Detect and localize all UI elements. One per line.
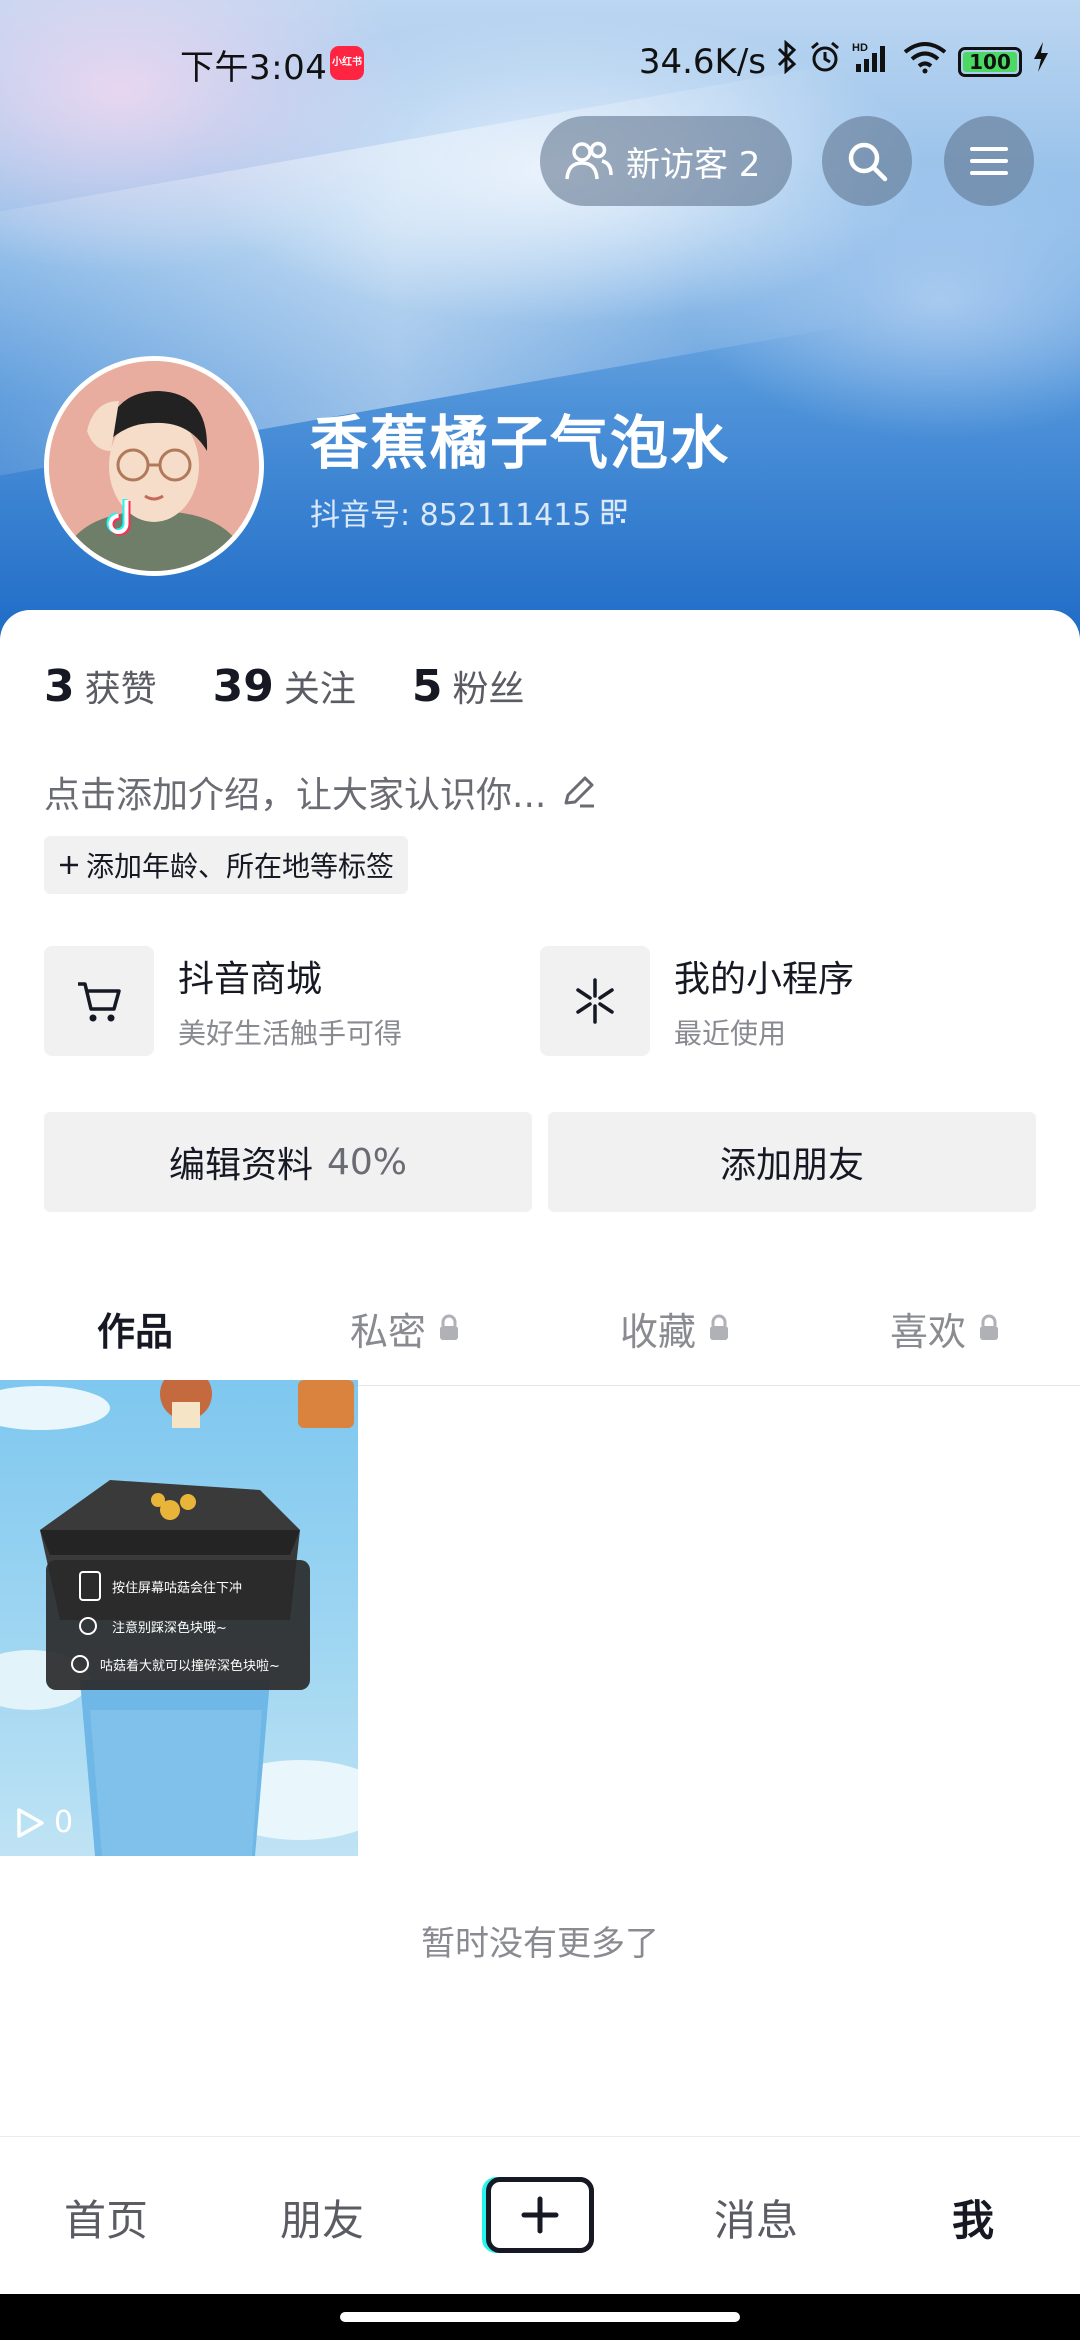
signal-icon: HD [852, 40, 892, 83]
home-indicator[interactable] [340, 2312, 740, 2322]
nav-me[interactable]: 我 [952, 2187, 994, 2248]
tab-likes-label: 喜欢 [889, 1309, 966, 1354]
battery-level: 100 [969, 49, 1011, 74]
douyin-id: 抖音号: 852111415 [310, 498, 592, 533]
bottom-navigation: 首页 朋友 消息 我 [0, 2136, 1080, 2294]
bluetooth-icon [776, 39, 798, 83]
video-overlay-line-1: 按住屏幕咕菇会往下冲 [112, 1580, 242, 1596]
douyin-mall-subtitle: 美好生活触手可得 [178, 1017, 403, 1050]
tab-private-label: 私密 [349, 1309, 426, 1354]
nav-friends[interactable]: 朋友 [280, 2187, 364, 2248]
douyin-mall-title: 抖音商城 [178, 959, 323, 1000]
tab-works-label: 作品 [96, 1309, 173, 1354]
video-thumbnail[interactable]: 按住屏幕咕菇会往下冲 注意别踩深色块哦~ 咕菇着大就可以撞碎深色块啦~ 0 [0, 1380, 358, 1856]
stat-following-value: 39 [212, 661, 274, 712]
create-post-button[interactable] [482, 2177, 594, 2253]
status-indicators: 34.6K/s HD 100 [638, 39, 1050, 83]
search-icon [848, 142, 888, 182]
people-icon [565, 141, 613, 180]
stat-followers-label: 粉丝 [452, 669, 525, 710]
add-tags-button[interactable]: 添加年龄、所在地等标签 [44, 836, 409, 894]
douyin-mall-entry[interactable]: 抖音商城 美好生活触手可得 [44, 946, 402, 1056]
stat-following-label: 关注 [283, 669, 356, 710]
stat-following[interactable]: 39 关注 [213, 660, 356, 712]
stat-followers[interactable]: 5 粉丝 [412, 660, 525, 712]
avatar-illustration [49, 361, 259, 571]
lock-icon [980, 1314, 998, 1340]
profile-name: 香蕉橘子气泡水 [310, 409, 731, 477]
tab-favorites[interactable]: 收藏 [540, 1270, 810, 1386]
wifi-icon [902, 40, 948, 83]
profile-stats: 3 获赞 39 关注 5 粉丝 [44, 660, 525, 712]
add-friends-button[interactable]: 添加朋友 [548, 1112, 1036, 1212]
avatar[interactable] [44, 356, 264, 576]
tab-private[interactable]: 私密 [270, 1270, 540, 1386]
plus-icon [521, 2196, 559, 2234]
tab-works[interactable]: 作品 [0, 1270, 270, 1387]
plus-icon [60, 856, 78, 874]
hamburger-menu-icon [970, 147, 1008, 175]
edit-profile-button[interactable]: 编辑资料 40% [44, 1112, 532, 1212]
qr-code-icon[interactable] [601, 499, 627, 525]
battery-icon: 100 [958, 46, 1022, 77]
new-visitors-button[interactable]: 新访客 2 [540, 116, 792, 206]
mini-program-icon [576, 978, 614, 1024]
svg-text:HD: HD [852, 42, 868, 54]
mini-programs-entry[interactable]: 我的小程序 最近使用 [540, 946, 854, 1056]
profile-completion: 40% [327, 1141, 408, 1183]
video-play-count: 0 [14, 1805, 73, 1840]
video-overlay-line-3: 咕菇着大就可以撞碎深色块啦~ [100, 1658, 280, 1674]
stat-likes[interactable]: 3 获赞 [44, 660, 157, 712]
status-time: 下午3:04 [180, 48, 328, 88]
douyin-id-row[interactable]: 抖音号: 852111415 [310, 490, 627, 534]
new-visitors-label: 新访客 2 [626, 144, 761, 185]
edit-profile-label: 编辑资料 [168, 1145, 313, 1186]
status-bar: 下午3:04 小红书 34.6K/s HD 100 [0, 30, 1080, 94]
bio-text: 点击添加介绍，让大家认识你... [44, 775, 547, 816]
bio-placeholder[interactable]: 点击添加介绍，让大家认识你... [44, 766, 598, 818]
add-friends-label: 添加朋友 [719, 1145, 864, 1186]
alarm-icon [808, 40, 842, 83]
nav-messages[interactable]: 消息 [714, 2187, 798, 2248]
nav-home[interactable]: 首页 [64, 2187, 148, 2248]
stat-likes-value: 3 [44, 661, 75, 712]
charging-icon [1032, 40, 1050, 83]
menu-button[interactable] [944, 116, 1034, 206]
profile-tabs: 作品 私密 收藏 喜欢 [0, 1270, 1080, 1387]
tab-favorites-label: 收藏 [619, 1309, 696, 1354]
lock-icon [710, 1314, 728, 1340]
lock-icon [440, 1314, 458, 1340]
search-button[interactable] [822, 116, 912, 206]
xiaohongshu-app-icon: 小红书 [330, 46, 364, 80]
list-end-text: 暂时没有更多了 [421, 1924, 659, 1964]
cart-icon [78, 982, 121, 1022]
play-count-value: 0 [54, 1805, 74, 1840]
video-cover-image: 按住屏幕咕菇会往下冲 注意别踩深色块哦~ 咕菇着大就可以撞碎深色块啦~ [0, 1380, 358, 1856]
profile-content: 3 获赞 39 关注 5 粉丝 点击添加介绍，让大家认识你... 添加年龄、所在… [0, 610, 1080, 2144]
video-overlay-line-2: 注意别踩深色块哦~ [112, 1620, 227, 1636]
stat-followers-value: 5 [411, 661, 443, 712]
play-icon [17, 1807, 44, 1838]
edit-pencil-icon [564, 776, 595, 808]
mini-programs-subtitle: 最近使用 [674, 1017, 787, 1050]
add-tags-label: 添加年龄、所在地等标签 [86, 850, 395, 883]
tab-likes[interactable]: 喜欢 [810, 1270, 1080, 1386]
network-speed: 34.6K/s [638, 41, 766, 82]
stat-likes-label: 获赞 [84, 669, 157, 710]
mini-programs-title: 我的小程序 [674, 959, 855, 1000]
